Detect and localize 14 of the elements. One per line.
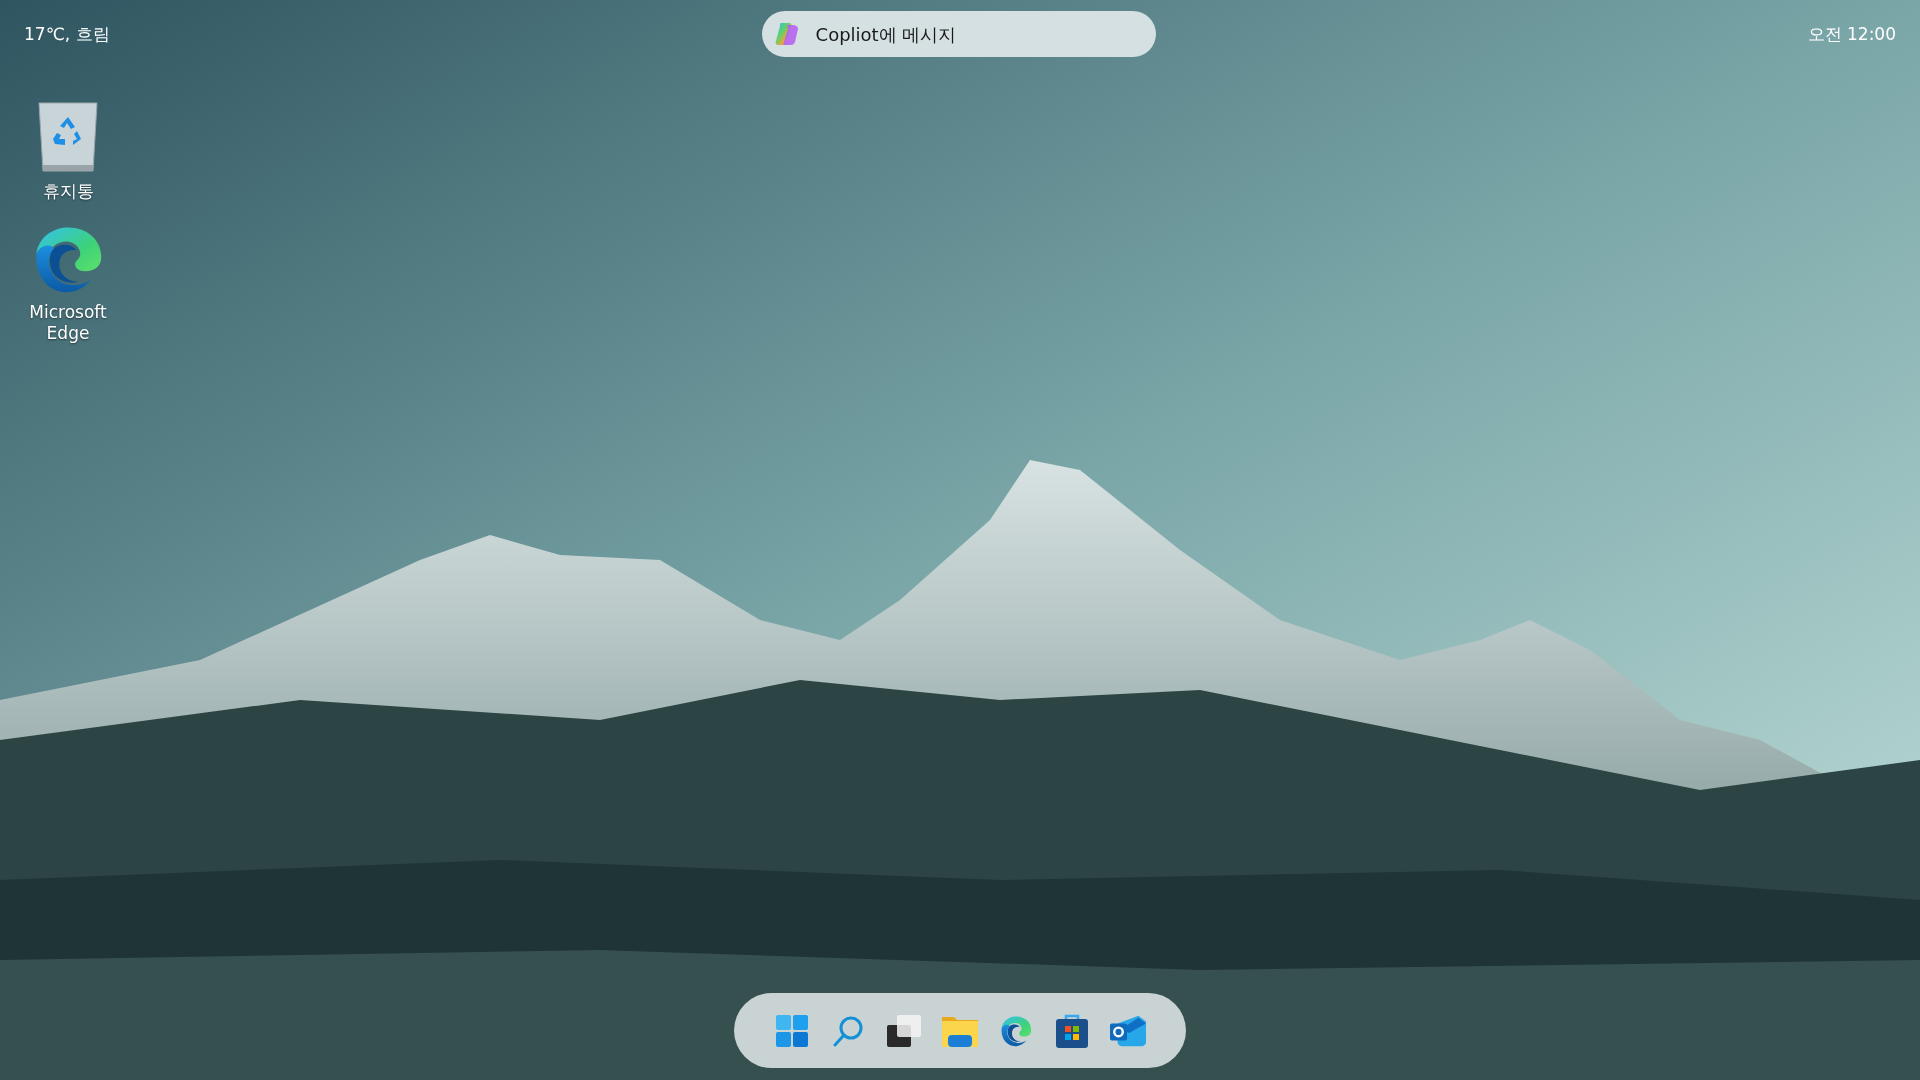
copilot-input[interactable]: Copliot에 메시지 [813, 22, 1144, 46]
weather-text: 17℃, 흐림 [24, 22, 110, 46]
store-bag-icon[interactable] [1056, 1013, 1088, 1048]
edge-browser-icon [1000, 1014, 1032, 1047]
task-view-icon[interactable] [887, 1014, 921, 1047]
clock-text: 오전 12:00 [1807, 22, 1896, 46]
folder-icon[interactable] [942, 1014, 978, 1047]
copilot-search-field[interactable]: Copliot에 메시지 [761, 11, 1156, 57]
copilot-icon [773, 21, 800, 47]
mail-app-icon[interactable] [1110, 1014, 1146, 1047]
desktop-icon-label[interactable]: Microsoft Edge [18, 302, 118, 344]
recycle-bin-icon[interactable] [37, 101, 99, 173]
windows-start-icon[interactable] [776, 1014, 808, 1047]
desktop-icon-label[interactable]: 휴지통 [18, 181, 118, 202]
